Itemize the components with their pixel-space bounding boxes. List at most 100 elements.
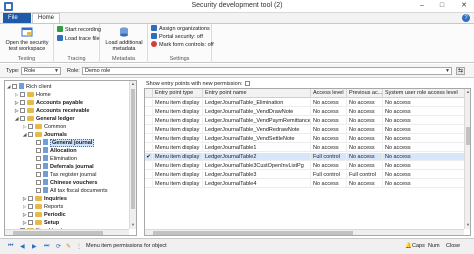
- table-row[interactable]: Menu item display LedgerJournalTable_Vend…: [145, 135, 465, 143]
- cell-entry-type[interactable]: Menu item display: [153, 162, 203, 170]
- tree-item[interactable]: Allocation: [31, 147, 77, 155]
- scroll-down-icon[interactable]: ▼: [131, 222, 135, 227]
- cell-entry-name[interactable]: LedgerJournalTable3CustOpenInvListPg: [203, 162, 311, 170]
- menu-tree[interactable]: ◢ Rich client ▷ Home ▷ Accounts payable ▷ Accou…: [4, 80, 137, 236]
- tree-item[interactable]: Tax register journal: [31, 171, 96, 179]
- table-row[interactable]: Menu item display LedgerJournalTable_Vend…: [145, 126, 465, 134]
- cell-entry-type[interactable]: Menu item display: [153, 108, 203, 116]
- cell-entry-name[interactable]: LedgerJournalTable_VendPaymRemittance: [203, 117, 311, 125]
- scroll-up-icon[interactable]: ▲: [131, 81, 135, 86]
- cell-access-level[interactable]: No access: [311, 135, 347, 143]
- cell-system-access[interactable]: No access: [383, 171, 465, 179]
- previous-record-icon[interactable]: ◀: [20, 243, 25, 250]
- tree-item-checkbox[interactable]: [20, 116, 25, 121]
- tree-item[interactable]: ▷ Periodic: [23, 211, 66, 219]
- tree-scroll-thumb[interactable]: [131, 89, 135, 209]
- cell-system-access[interactable]: No access: [383, 180, 465, 188]
- table-row[interactable]: Menu item display LedgerJournalTable4 No a…: [145, 180, 465, 188]
- open-security-workspace-button[interactable]: Open the security test workspace: [2, 26, 52, 52]
- tree-item[interactable]: ◢ Rich client: [7, 83, 51, 91]
- row-mark[interactable]: [145, 126, 153, 134]
- column-header-name[interactable]: Entry point name: [203, 89, 311, 98]
- table-row[interactable]: ✔ Menu item display LedgerJournalTable2 Ful…: [145, 153, 465, 161]
- tree-vertical-scrollbar[interactable]: ▲ ▼: [129, 81, 136, 229]
- cell-access-level[interactable]: Full control: [311, 153, 347, 161]
- row-mark[interactable]: [145, 99, 153, 107]
- tree-horizontal-scrollbar[interactable]: [5, 229, 129, 235]
- table-row[interactable]: Menu item display LedgerJournalTable_Vend…: [145, 108, 465, 116]
- table-row[interactable]: Menu item display LedgerJournalTable_Vend…: [145, 117, 465, 125]
- tree-item-checkbox[interactable]: [28, 132, 33, 137]
- cell-entry-name[interactable]: LedgerJournalTable_VendRedrawNote: [203, 126, 311, 134]
- cell-entry-type[interactable]: Menu item display: [153, 180, 203, 188]
- grid-hscroll-thumb[interactable]: [153, 231, 353, 235]
- cell-system-access[interactable]: No access: [383, 162, 465, 170]
- tree-item[interactable]: ◢ Journals: [23, 131, 67, 139]
- tree-item[interactable]: ▷ Setup: [23, 219, 59, 227]
- refresh-record-icon[interactable]: ⟳: [56, 243, 61, 250]
- tab-file[interactable]: File: [3, 13, 31, 23]
- type-select[interactable]: Role ▼: [21, 67, 61, 75]
- row-mark[interactable]: [145, 171, 153, 179]
- cell-access-level[interactable]: No access: [311, 162, 347, 170]
- cell-system-access[interactable]: No access: [383, 99, 465, 107]
- tree-item[interactable]: Elimination: [31, 155, 77, 163]
- tree-item[interactable]: Chinese vouchers: [31, 179, 97, 187]
- cell-entry-type[interactable]: Menu item display: [153, 171, 203, 179]
- tree-item-checkbox[interactable]: [36, 180, 41, 185]
- cell-access-level[interactable]: No access: [311, 126, 347, 134]
- cell-access-level[interactable]: No access: [311, 144, 347, 152]
- tree-item-checkbox[interactable]: [36, 188, 41, 193]
- tree-item-checkbox[interactable]: [28, 124, 33, 129]
- cell-previous-access[interactable]: No access: [347, 108, 383, 116]
- tree-item-checkbox[interactable]: [36, 148, 41, 153]
- cell-previous-access[interactable]: No access: [347, 180, 383, 188]
- last-record-icon[interactable]: ⏭: [44, 243, 49, 250]
- column-header-previous[interactable]: Previous ac...: [347, 89, 383, 98]
- row-mark[interactable]: [145, 135, 153, 143]
- tree-item[interactable]: ▷ Accounts receivable: [15, 107, 90, 115]
- cell-entry-type[interactable]: Menu item display: [153, 117, 203, 125]
- refresh-icon[interactable]: ⇆: [456, 67, 465, 75]
- cell-previous-access[interactable]: No access: [347, 99, 383, 107]
- column-header-type[interactable]: Entry point type: [153, 89, 203, 98]
- row-mark[interactable]: [145, 162, 153, 170]
- grid-horizontal-scrollbar[interactable]: [145, 229, 464, 235]
- show-new-permission-toggle[interactable]: Show entry points with new permission:: [146, 80, 251, 88]
- cell-entry-type[interactable]: Menu item display: [153, 99, 203, 107]
- role-select[interactable]: Demo role ▼: [82, 67, 452, 75]
- maximize-button[interactable]: □: [434, 0, 450, 12]
- mark-form-controls-button[interactable]: Mark form controls: off: [151, 41, 214, 49]
- tree-item-checkbox[interactable]: [20, 108, 25, 113]
- cell-access-level[interactable]: No access: [311, 108, 347, 116]
- tree-item-checkbox[interactable]: [36, 156, 41, 161]
- cell-previous-access[interactable]: No access: [347, 117, 383, 125]
- tree-item[interactable]: Deferrals journal: [31, 163, 94, 171]
- cell-access-level[interactable]: Full control: [311, 171, 347, 179]
- tree-item-checkbox[interactable]: [36, 172, 41, 177]
- cell-entry-name[interactable]: LedgerJournalTable3: [203, 171, 311, 179]
- notification-icon[interactable]: 🔔: [405, 243, 412, 249]
- tree-item[interactable]: ▷ Accounts payable: [15, 99, 83, 107]
- table-row[interactable]: Menu item display LedgerJournalTable_Elim…: [145, 99, 465, 107]
- cell-previous-access[interactable]: Full control: [347, 171, 383, 179]
- tree-item-checkbox[interactable]: [28, 220, 33, 225]
- tab-home[interactable]: Home: [32, 13, 60, 23]
- tree-item-checkbox[interactable]: [20, 100, 25, 105]
- cell-system-access[interactable]: No access: [383, 153, 465, 161]
- tree-item[interactable]: ▷ Common: [23, 123, 66, 131]
- cell-entry-name[interactable]: LedgerJournalTable_VendDrawNote: [203, 108, 311, 116]
- column-header-system[interactable]: System user role access level: [383, 89, 465, 98]
- cell-system-access[interactable]: No access: [383, 108, 465, 116]
- cell-entry-name[interactable]: LedgerJournalTable2: [203, 153, 311, 161]
- row-mark[interactable]: [145, 144, 153, 152]
- cell-entry-type[interactable]: Menu item display: [153, 153, 203, 161]
- assign-organizations-button[interactable]: Assign organizations: [151, 25, 210, 33]
- column-header-access[interactable]: Access level: [311, 89, 347, 98]
- first-record-icon[interactable]: ⏮: [8, 243, 13, 250]
- row-mark[interactable]: [145, 108, 153, 116]
- row-mark[interactable]: ✔: [145, 153, 153, 161]
- tree-item-checkbox[interactable]: [36, 164, 41, 169]
- cell-entry-name[interactable]: LedgerJournalTable1: [203, 144, 311, 152]
- cell-access-level[interactable]: No access: [311, 180, 347, 188]
